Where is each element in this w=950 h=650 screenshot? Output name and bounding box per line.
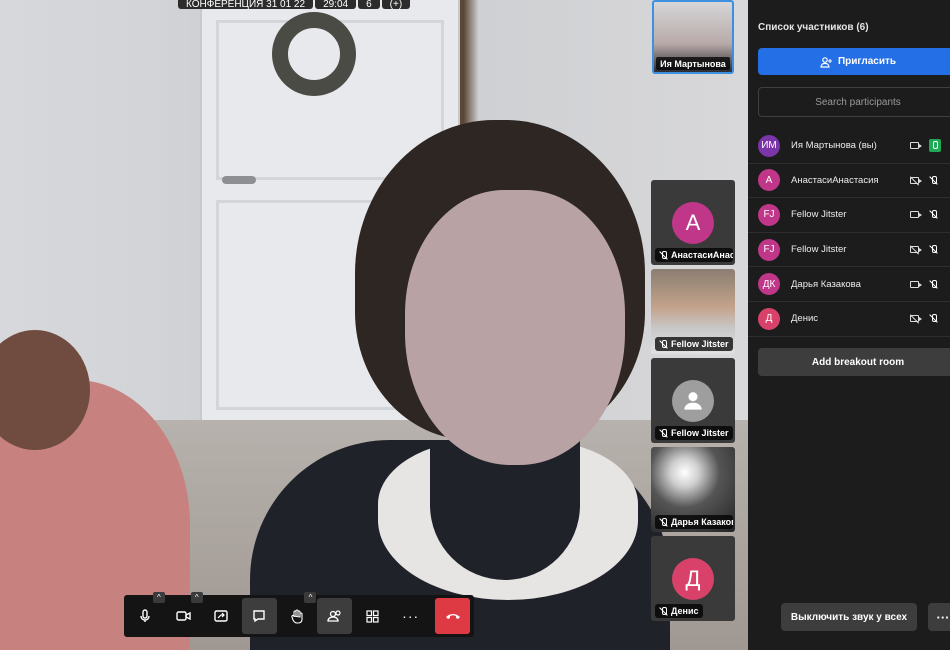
participant-tile[interactable]: Fellow Jitster — [651, 269, 735, 354]
mic-off-icon — [659, 517, 668, 527]
camera-icon — [176, 611, 191, 621]
participant-name: Дарья Казакова — [791, 278, 861, 290]
participant-tile[interactable]: Дарья Казакова — [651, 447, 735, 532]
participant-row[interactable]: FJ Fellow Jitster — [748, 233, 950, 268]
call-toolbar: ^ ^ ^ ··· — [124, 592, 474, 637]
participant-tile[interactable]: Fellow Jitster — [651, 358, 735, 443]
share-screen-icon — [214, 610, 228, 622]
speaker-face — [405, 190, 625, 465]
camera-on-icon — [910, 142, 922, 150]
participant-row[interactable]: ДК Дарья Казакова — [748, 267, 950, 302]
participant-name: Fellow Jitster — [791, 209, 847, 221]
participant-name: Денис — [791, 313, 819, 325]
mic-on-icon — [929, 139, 941, 153]
camera-options-caret[interactable]: ^ — [190, 592, 203, 603]
meeting-title: КОНФЕРЕНЦИЯ 31 01 22 — [178, 0, 314, 9]
camera-off-icon — [910, 246, 922, 254]
hangup-icon — [445, 614, 460, 619]
avatar: ДК — [758, 273, 780, 296]
participant-tile[interactable]: Д Денис — [651, 536, 735, 621]
camera-off-icon — [910, 176, 922, 184]
mic-options-caret[interactable]: ^ — [152, 592, 165, 603]
user-placeholder-icon — [672, 380, 714, 422]
mic-off-icon — [929, 210, 938, 219]
mic-off-icon — [659, 339, 668, 349]
add-breakout-room-button[interactable]: Add breakout room — [758, 348, 950, 376]
mute-all-button[interactable]: Выключить звук у всех — [781, 603, 917, 631]
camera-on-icon — [910, 211, 922, 219]
participants-badge[interactable]: 6 — [358, 0, 380, 9]
invite-label: Пригласить — [837, 56, 897, 67]
participant-row[interactable]: Д Денис — [748, 302, 950, 337]
more-dots-icon: ··· — [402, 608, 420, 624]
mic-off-icon — [929, 175, 938, 185]
participant-row[interactable]: ИМ Ия Мартынова (вы) — [748, 129, 950, 164]
background-wreath — [272, 12, 356, 96]
self-view-label: Ия Мартынова — [656, 57, 730, 70]
avatar: А — [672, 202, 714, 244]
avatar: А — [758, 169, 780, 192]
participant-row[interactable]: FJ Fellow Jitster — [748, 198, 950, 233]
top-bar: КОНФЕРЕНЦИЯ 31 01 22 29:04 6 (+) — [178, 0, 411, 9]
hangup-button[interactable] — [435, 598, 471, 634]
invite-button[interactable]: Пригласить — [758, 48, 950, 75]
avatar: Д — [672, 558, 714, 600]
search-participants-input[interactable] — [758, 87, 950, 117]
filmstrip: А АнастасиАнастасия Fellow Jitster Fello… — [651, 180, 735, 625]
more-actions-button[interactable]: ··· — [393, 598, 428, 634]
extra-indicator: (+) — [381, 0, 411, 9]
raise-hand-button[interactable]: ^ — [280, 592, 317, 634]
chat-button[interactable] — [241, 598, 277, 634]
add-user-icon — [820, 56, 832, 68]
mic-off-icon — [659, 250, 668, 260]
panel-title: Список участников (6) — [758, 22, 869, 33]
avatar: FJ — [758, 203, 780, 226]
self-view-tile[interactable]: Ия Мартынова — [652, 0, 734, 74]
mic-off-icon — [659, 606, 668, 616]
grid-icon — [366, 609, 379, 623]
main-video — [0, 0, 748, 650]
avatar: ИМ — [758, 134, 780, 157]
mic-off-icon — [659, 428, 668, 438]
participant-row[interactable]: А АнастасиАнастасия — [748, 164, 950, 199]
tile-view-button[interactable] — [355, 598, 390, 634]
participants-panel: Список участников (6) Пригласить ИМ Ия М… — [748, 0, 950, 650]
participants-button[interactable] — [317, 598, 353, 634]
reactions-caret[interactable]: ^ — [304, 592, 317, 603]
participant-name: АнастасиАнастасия — [791, 174, 879, 186]
participant-list: ИМ Ия Мартынова (вы) А АнастасиАнастасия… — [748, 129, 950, 337]
camera-on-icon — [910, 280, 922, 288]
participant-name: Ия Мартынова (вы) — [791, 140, 877, 152]
panel-more-button[interactable]: ··· — [928, 603, 950, 631]
mic-off-icon — [929, 314, 938, 323]
share-screen-button[interactable] — [204, 598, 239, 634]
participant-name: Fellow Jitster — [791, 244, 847, 256]
chat-icon — [253, 610, 265, 623]
avatar: Д — [758, 307, 780, 330]
mic-icon — [140, 609, 151, 622]
meeting-timer: 29:04 — [315, 0, 357, 9]
camera-button[interactable]: ^ — [166, 592, 203, 634]
mic-button[interactable]: ^ — [128, 592, 165, 634]
mic-off-icon — [929, 279, 938, 289]
participant-tile[interactable]: А АнастасиАнастасия — [651, 180, 735, 265]
avatar: FJ — [758, 238, 780, 261]
hand-icon — [291, 608, 303, 624]
participants-icon — [327, 610, 341, 622]
mic-off-icon — [929, 245, 938, 254]
camera-off-icon — [910, 315, 922, 323]
